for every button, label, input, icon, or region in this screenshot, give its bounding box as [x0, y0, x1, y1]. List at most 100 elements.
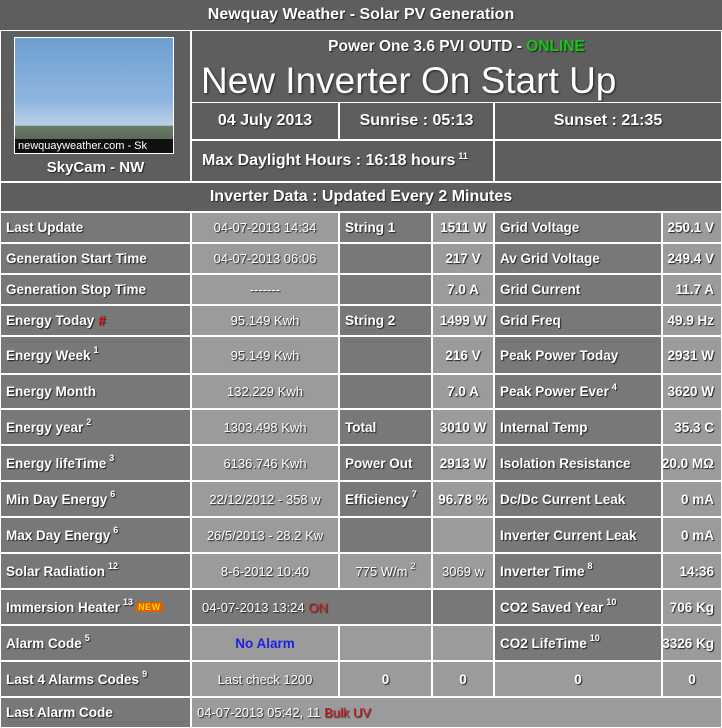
footnote-ref[interactable]: 6 — [110, 489, 115, 499]
footnote-ref[interactable]: 6 — [113, 525, 118, 535]
inverter-status: ONLINE — [526, 38, 585, 55]
skycam-caption: newquayweather.com - Sk — [15, 139, 173, 153]
string-label: Total — [339, 409, 432, 445]
string-value: 7.0 A — [432, 374, 494, 409]
grid-label: Peak Power Today — [494, 336, 662, 374]
grid-value: 249.4 V — [662, 243, 722, 274]
grid-value: 14:36 — [662, 553, 722, 589]
alarm-status: No Alarm — [191, 625, 339, 661]
grid-value: 2931 W — [662, 336, 722, 374]
blank-cell — [432, 589, 494, 625]
grid-value: 3326 Kg — [662, 625, 722, 661]
row-value: 22/12/2012 - 358 w — [191, 481, 339, 517]
row-value: 04-07-2013 13:24 ON — [191, 589, 432, 625]
row-value: Last check 1200 — [191, 661, 339, 697]
alarm-status-text: No Alarm — [235, 635, 295, 651]
blank-cell — [339, 336, 432, 374]
row-label: Energy Month — [0, 374, 191, 409]
grid-value: 0 mA — [662, 481, 722, 517]
grid-label-text: Inverter Time — [500, 563, 585, 579]
row-label: Last Update — [0, 212, 191, 243]
current-date: 04 July 2013 — [191, 102, 339, 140]
string-label: String 2 — [339, 305, 432, 336]
row-value: 95.149 Kwh — [191, 305, 339, 336]
row-label: Energy lifeTime 3 — [0, 445, 191, 481]
solar-dashboard: Newquay Weather - Solar PV Generation ne… — [0, 0, 722, 728]
row-label: Min Day Energy 6 — [0, 481, 191, 517]
grid-value: 250.1 V — [662, 212, 722, 243]
string-label-text: Efficiency — [345, 491, 409, 507]
row-value: 95.149 Kwh — [191, 336, 339, 374]
row-label: Energy Week 1 — [0, 336, 191, 374]
sunset-time: Sunset : 21:35 — [494, 102, 722, 140]
row-value: 132.229 Kwh — [191, 374, 339, 409]
row-value: 6136.746 Kwh — [191, 445, 339, 481]
footnote-ref[interactable]: 2 — [86, 417, 91, 427]
radiation-text: 775 W/m — [355, 563, 408, 579]
row-label: Generation Stop Time — [0, 274, 191, 305]
footnote-ref[interactable]: 1 — [94, 345, 99, 355]
row-value-text: 04-07-2013 13:24 — [202, 599, 305, 615]
string-label: String 1 — [339, 212, 432, 243]
grid-label-text: Peak Power Ever — [500, 384, 609, 399]
solar-radiation-value: 775 W/m 2 — [339, 553, 432, 589]
footnote-ref[interactable]: 9 — [142, 669, 147, 679]
string-value: 96.78 % — [432, 481, 494, 517]
row-label: Alarm Code 5 — [0, 625, 191, 661]
grid-label: Grid Freq — [494, 305, 662, 336]
row-label-text: Alarm Code — [6, 635, 82, 651]
hash-mark[interactable]: # — [98, 313, 106, 328]
grid-value: 11.7 A — [662, 274, 722, 305]
row-label-text: Solar Radiation — [6, 563, 106, 579]
string-value: 2913 W — [432, 445, 494, 481]
footnote-ref[interactable]: 4 — [612, 382, 617, 392]
grid-label-text: CO2 LifeTime — [500, 635, 587, 651]
footnote-ref[interactable]: 10 — [606, 597, 616, 607]
grid-value: 0 mA — [662, 517, 722, 553]
max-daylight-text: Max Daylight Hours : 16:18 hours — [202, 152, 456, 169]
footnote-ref[interactable]: 8 — [588, 561, 593, 571]
row-value: 8-6-2012 10:40 — [191, 553, 339, 589]
footnote-ref[interactable]: 3 — [109, 453, 114, 463]
new-badge: NEW — [136, 602, 163, 612]
blank-cell — [339, 274, 432, 305]
grid-label: CO2 LifeTime 10 — [494, 625, 662, 661]
skycam-label: SkyCam - NW — [46, 158, 145, 176]
row-label: Immersion Heater 13 NEW — [0, 589, 191, 625]
row-value: 04-07-2013 14:34 — [191, 212, 339, 243]
row-label-text: Max Day Energy — [6, 527, 111, 543]
footnote-ref[interactable]: 7 — [412, 489, 417, 499]
row-value: 1303.498 Kwh — [191, 409, 339, 445]
blank-cell — [339, 517, 432, 553]
grid-label: Av Grid Voltage — [494, 243, 662, 274]
row-label: Last Alarm Code — [0, 697, 191, 728]
status-message: New Inverter On Start Up — [201, 60, 617, 101]
page-title: Newquay Weather - Solar PV Generation — [0, 0, 722, 30]
footnote-ref[interactable]: 5 — [85, 633, 90, 643]
row-label-text: Energy year — [6, 419, 84, 435]
footnote-ref: 11 — [458, 151, 468, 161]
grid-label: Internal Temp — [494, 409, 662, 445]
footnote-ref[interactable]: 10 — [590, 633, 600, 643]
blank-cell — [494, 140, 722, 182]
row-label-text: Immersion Heater — [6, 599, 121, 615]
heater-status: ON — [308, 599, 328, 615]
string-value: 216 V — [432, 336, 494, 374]
blank-cell — [339, 625, 432, 661]
footnote-ref[interactable]: 12 — [108, 561, 118, 571]
string-value: 1511 W — [432, 212, 494, 243]
grid-value: 3620 W — [662, 374, 722, 409]
string-label: Power Out — [339, 445, 432, 481]
skycam-image[interactable]: newquayweather.com - Sk — [14, 37, 174, 154]
row-value: 04-07-2013 06:06 — [191, 243, 339, 274]
blank-cell — [339, 243, 432, 274]
string-value: 3069 w — [432, 553, 494, 589]
grid-label: Grid Voltage — [494, 212, 662, 243]
row-label: Generation Start Time — [0, 243, 191, 274]
blank-cell — [432, 625, 494, 661]
string-value: 7.0 A — [432, 274, 494, 305]
alarm-code-4: 0 — [662, 661, 722, 697]
grid-value: 706 Kg — [662, 589, 722, 625]
footnote-ref[interactable]: 13 — [123, 597, 133, 607]
string-label: Efficiency 7 — [339, 481, 432, 517]
